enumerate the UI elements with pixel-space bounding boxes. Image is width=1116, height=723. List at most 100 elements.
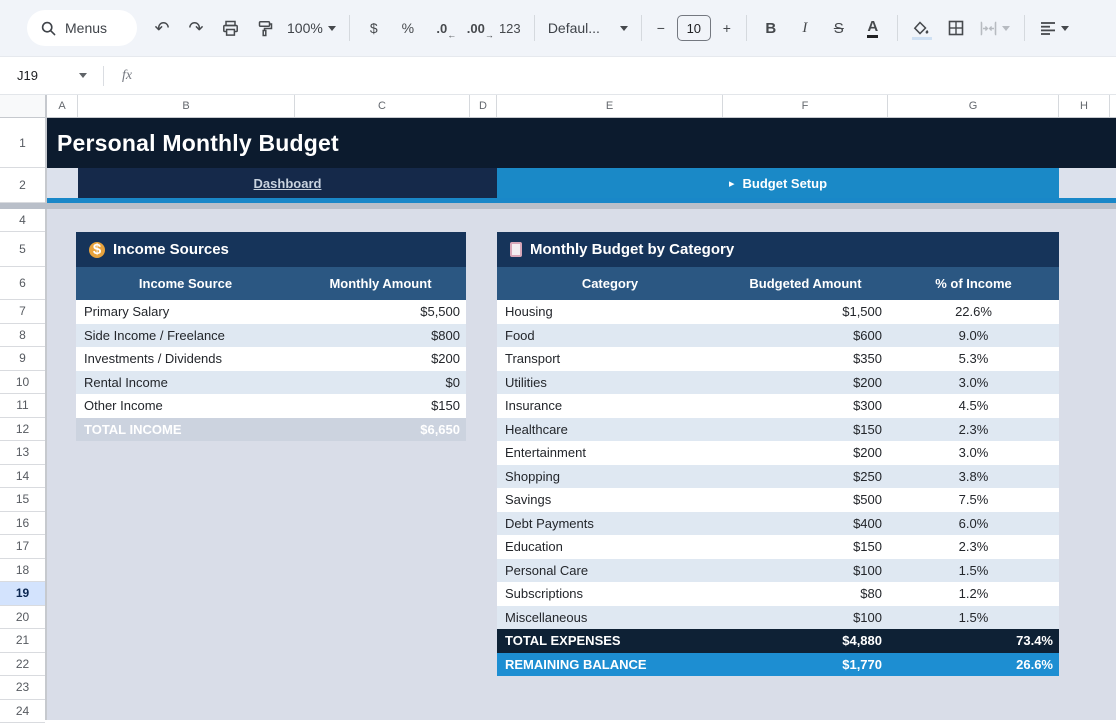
budget-category-cell[interactable]: Housing [497,300,723,324]
budget-amount-cell[interactable]: $150 [723,418,888,442]
column-header[interactable]: D [470,95,497,117]
budget-percent-cell[interactable]: 1.5% [888,559,1059,583]
menus-search-button[interactable]: Menus [27,10,137,46]
redo-button[interactable]: ↷ [179,13,213,43]
budget-category-cell[interactable]: Transport [497,347,723,371]
italic-button[interactable]: I [788,13,822,43]
budget-category-cell[interactable]: Entertainment [497,441,723,465]
budget-percent-cell[interactable]: 4.5% [888,394,1059,418]
increase-decimal-button[interactable]: .00→ [459,13,493,43]
remaining-balance-percent[interactable]: 26.6% [888,653,1059,677]
budget-amount-cell[interactable]: $350 [723,347,888,371]
budget-percent-cell[interactable]: 5.3% [888,347,1059,371]
budget-category-cell[interactable]: Debt Payments [497,512,723,536]
budget-amount-cell[interactable]: $80 [723,582,888,606]
row-header[interactable]: 18 [0,559,45,583]
total-income-label[interactable]: TOTAL INCOME [76,418,295,442]
budget-percent-cell[interactable]: 7.5% [888,488,1059,512]
decrease-decimal-button[interactable]: .0← [425,13,459,43]
bold-button[interactable]: B [754,13,788,43]
income-source-cell[interactable]: Other Income [76,394,295,418]
name-box[interactable]: J19 [0,68,95,83]
budget-percent-cell[interactable]: 1.2% [888,582,1059,606]
budget-percent-cell[interactable]: 22.6% [888,300,1059,324]
budget-percent-cell[interactable]: 9.0% [888,324,1059,348]
budgeted-amount-header[interactable]: Budgeted Amount [723,267,888,300]
row-header[interactable]: 24 [0,700,45,723]
borders-button[interactable] [939,13,973,43]
budget-percent-cell[interactable]: 3.0% [888,371,1059,395]
column-header[interactable]: E [497,95,723,117]
row-header[interactable]: 11 [0,394,45,418]
row-header[interactable]: 9 [0,347,45,371]
budget-percent-cell[interactable]: 6.0% [888,512,1059,536]
undo-button[interactable]: ↶ [145,13,179,43]
monthly-amount-header[interactable]: Monthly Amount [295,267,466,300]
income-amount-cell[interactable]: $0 [295,371,466,395]
print-button[interactable] [213,13,247,43]
row-header[interactable]: 7 [0,300,45,324]
row-header[interactable]: 8 [0,324,45,348]
remaining-balance-amount[interactable]: $1,770 [723,653,888,677]
budget-category-cell[interactable]: Subscriptions [497,582,723,606]
row-header[interactable]: 6 [0,267,45,300]
remaining-balance-label[interactable]: REMAINING BALANCE [497,653,723,677]
column-header[interactable]: H [1059,95,1110,117]
row-header[interactable]: 2 [0,168,45,203]
row-header[interactable]: 21 [0,629,45,653]
column-header[interactable]: B [78,95,295,117]
budget-amount-cell[interactable]: $250 [723,465,888,489]
budget-category-cell[interactable]: Savings [497,488,723,512]
increase-font-size-button[interactable]: + [715,13,739,43]
text-color-button[interactable]: A [856,13,890,43]
total-expenses-amount[interactable]: $4,880 [723,629,888,653]
row-header[interactable]: 12 [0,418,45,442]
font-family-select[interactable]: Defaul... [542,13,634,43]
row-header[interactable]: 17 [0,535,45,559]
row-header[interactable]: 16 [0,512,45,536]
budget-percent-cell[interactable]: 2.3% [888,418,1059,442]
budget-category-cell[interactable]: Personal Care [497,559,723,583]
fill-color-button[interactable] [905,13,939,43]
percent-format-button[interactable]: % [391,13,425,43]
income-source-cell[interactable]: Primary Salary [76,300,295,324]
tab-budget-setup[interactable]: ▸ Budget Setup [497,168,1059,198]
budget-amount-cell[interactable]: $200 [723,371,888,395]
row-header[interactable]: 20 [0,606,45,630]
strikethrough-button[interactable]: S [822,13,856,43]
income-source-header[interactable]: Income Source [76,267,295,300]
budget-table-title-row[interactable]: Monthly Budget by Category [497,232,1059,267]
income-amount-cell[interactable]: $5,500 [295,300,466,324]
paint-format-button[interactable] [247,13,281,43]
category-header[interactable]: Category [497,267,723,300]
budget-category-cell[interactable]: Insurance [497,394,723,418]
tab-dashboard[interactable]: Dashboard [78,168,497,198]
number-format-button[interactable]: 123 [493,13,527,43]
budget-category-cell[interactable]: Shopping [497,465,723,489]
row-header[interactable]: 22 [0,653,45,677]
budget-amount-cell[interactable]: $1,500 [723,300,888,324]
row-header[interactable]: 1 [0,118,45,168]
budget-percent-cell[interactable]: 2.3% [888,535,1059,559]
row-header[interactable]: 4 [0,209,45,232]
budget-percent-cell[interactable]: 3.8% [888,465,1059,489]
total-expenses-label[interactable]: TOTAL EXPENSES [497,629,723,653]
budget-percent-cell[interactable]: 1.5% [888,606,1059,630]
budget-amount-cell[interactable]: $100 [723,606,888,630]
column-header[interactable]: F [723,95,888,117]
row-header[interactable]: 5 [0,232,45,267]
income-amount-cell[interactable]: $200 [295,347,466,371]
decrease-font-size-button[interactable]: − [649,13,673,43]
budget-category-cell[interactable]: Utilities [497,371,723,395]
font-size-input[interactable]: 10 [677,15,711,41]
budget-amount-cell[interactable]: $100 [723,559,888,583]
merge-cells-button[interactable] [973,13,1017,43]
column-header[interactable]: G [888,95,1059,117]
income-amount-cell[interactable]: $150 [295,394,466,418]
row-header[interactable]: 19 [0,582,45,606]
horizontal-align-button[interactable] [1032,13,1078,43]
budget-category-cell[interactable]: Healthcare [497,418,723,442]
row-header[interactable]: 15 [0,488,45,512]
budget-amount-cell[interactable]: $600 [723,324,888,348]
column-header[interactable]: A [47,95,78,117]
